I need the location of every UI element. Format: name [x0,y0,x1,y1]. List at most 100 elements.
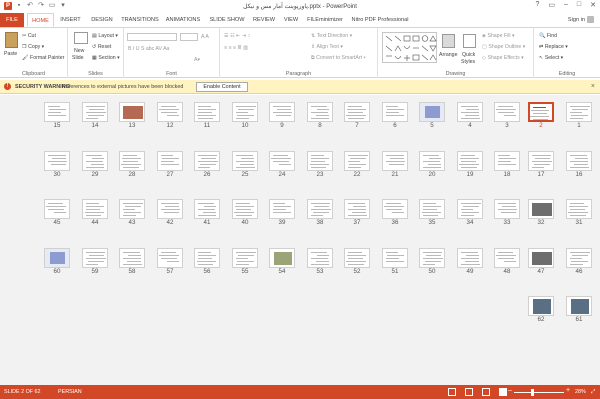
slide-thumbnail[interactable]: 8 [307,102,333,129]
slide-thumbnail[interactable]: 32 [528,199,554,226]
replace-button[interactable]: ⇄ Replace ▾ [539,44,568,50]
slide-preview[interactable] [382,199,408,219]
slide-thumbnail[interactable]: 4 [457,102,483,129]
slide-thumbnail[interactable]: 18 [494,151,520,178]
slide-preview[interactable] [528,199,554,219]
avatar[interactable] [587,16,594,23]
slide-preview[interactable] [457,199,483,219]
slide-preview[interactable] [119,102,145,122]
slide-preview[interactable] [566,199,592,219]
slide-preview[interactable] [307,102,333,122]
slide-preview[interactable] [232,248,258,268]
slide-thumbnail[interactable]: 13 [119,102,145,129]
slide-thumbnail[interactable]: 26 [194,151,220,178]
slide-preview[interactable] [566,102,592,122]
slide-thumbnail[interactable]: 44 [82,199,108,226]
slide-thumbnail[interactable]: 6 [382,102,408,129]
zoom-slider-handle[interactable] [531,389,534,396]
slide-preview[interactable] [157,248,183,268]
tab-slide-show[interactable]: SLIDE SHOW [207,13,247,27]
slide-thumbnail[interactable]: 45 [44,199,70,226]
slide-thumbnail[interactable]: 62 [528,296,554,323]
reading-view-icon[interactable] [482,388,490,396]
slide-thumbnail[interactable]: 51 [382,248,408,275]
slide-thumbnail[interactable]: 5 [419,102,445,129]
section-button[interactable]: ▦ Section ▾ [92,55,120,61]
slide-preview[interactable] [232,102,258,122]
slide-thumbnail[interactable]: 31 [566,199,592,226]
slide-preview[interactable] [82,199,108,219]
slide-thumbnail[interactable]: 12 [157,102,183,129]
font-size-field[interactable] [180,33,198,41]
slide-preview[interactable] [232,199,258,219]
slide-thumbnail[interactable]: 46 [566,248,592,275]
slide-thumbnail[interactable]: 55 [232,248,258,275]
slide-preview[interactable] [566,296,592,316]
slide-thumbnail[interactable]: 41 [194,199,220,226]
alignment-icons[interactable]: ≡ ≡ ≡ ≣ ▥ [224,45,248,51]
slide-thumbnail[interactable]: 61 [566,296,592,323]
slide-sorter-view-icon[interactable] [499,388,507,396]
zoom-slider-track[interactable] [514,392,564,393]
shape-outline-button[interactable]: ▢ Shape Outline ▾ [482,44,525,50]
slide-preview[interactable] [119,151,145,171]
help-button[interactable]: ? [535,1,539,9]
zoom-in-icon[interactable]: + [566,387,570,394]
tab-fileminimizer[interactable]: FILEminimizer [305,13,345,27]
slide-preview[interactable] [344,248,370,268]
cut-button[interactable]: ✂ Cut [22,33,36,39]
slide-thumbnail[interactable]: 53 [307,248,333,275]
slide-thumbnail[interactable]: 42 [157,199,183,226]
slide-thumbnail[interactable]: 28 [119,151,145,178]
slide-preview[interactable] [269,199,295,219]
slide-thumbnail[interactable]: 16 [566,151,592,178]
sign-in[interactable]: Sign in [568,16,594,23]
new-slide-button[interactable]: New [74,48,84,54]
slide-thumbnail[interactable]: 49 [457,248,483,275]
slide-preview[interactable] [44,248,70,268]
slide-thumbnail[interactable]: 60 [44,248,70,275]
slide-preview[interactable] [494,102,520,122]
slide-preview[interactable] [457,248,483,268]
slide-preview[interactable] [269,248,295,268]
format-painter-button[interactable]: 🖌 Format Painter [22,55,64,61]
bullets-icon[interactable]: ☰ ☷ ⇤ ⇥ ↕ [224,33,250,39]
slide-preview[interactable] [44,199,70,219]
slide-thumbnail[interactable]: 27 [157,151,183,178]
slide-preview[interactable] [44,102,70,122]
tab-view[interactable]: VIEW [281,13,301,27]
slide-thumbnail[interactable]: 9 [269,102,295,129]
reset-button[interactable]: ↺ Reset [92,44,111,50]
slide-preview[interactable] [419,151,445,171]
enable-content-button[interactable]: Enable Content [196,82,248,92]
slide-preview[interactable] [82,102,108,122]
shape-fill-button[interactable]: ◈ Shape Fill ▾ [482,33,515,39]
slide-thumbnail[interactable]: 22 [344,151,370,178]
shape-effects-button[interactable]: ◇ Shape Effects ▾ [482,55,524,61]
slide-thumbnail[interactable]: 14 [82,102,108,129]
slide-preview[interactable] [157,151,183,171]
layout-button[interactable]: ▤ Layout ▾ [92,33,118,39]
slide-preview[interactable] [307,199,333,219]
slide-preview[interactable] [566,151,592,171]
slide-thumbnail[interactable]: 11 [194,102,220,129]
quick-styles-button-line2[interactable]: Styles [461,59,475,65]
slide-thumbnail[interactable]: 57 [157,248,183,275]
slide-thumbnail[interactable]: 19 [457,151,483,178]
grow-font-icon[interactable]: A A [201,34,209,40]
slide-preview[interactable] [194,102,220,122]
slide-thumbnail[interactable]: 33 [494,199,520,226]
arrange-icon[interactable] [442,34,455,48]
slide-preview[interactable] [82,248,108,268]
slide-thumbnail[interactable]: 34 [457,199,483,226]
maximize-button[interactable]: □ [577,1,581,9]
slide-preview[interactable] [344,151,370,171]
slide-thumbnail[interactable]: 39 [269,199,295,226]
slide-preview[interactable] [82,151,108,171]
slide-thumbnail[interactable]: 7 [344,102,370,129]
slide-thumbnail[interactable]: 50 [419,248,445,275]
slide-thumbnail[interactable]: 15 [44,102,70,129]
slide-preview[interactable] [382,102,408,122]
slide-thumbnail[interactable]: 47 [528,248,554,275]
slide-preview[interactable] [528,248,554,268]
